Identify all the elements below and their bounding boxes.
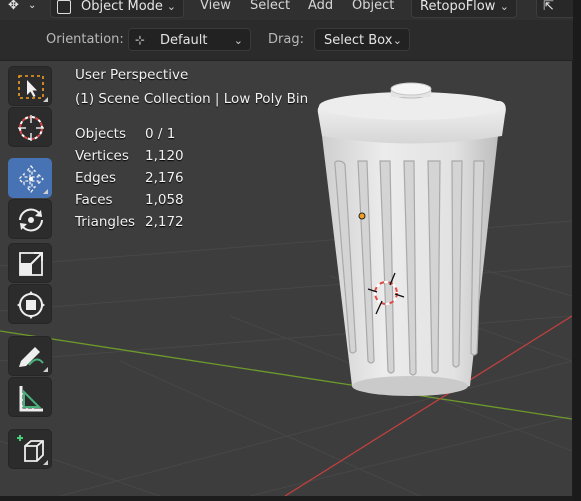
retopoflow-menu[interactable]: RetopoFlow ⌄ xyxy=(411,0,517,18)
viewport-header: ✥ ⌄ Object Mode ⌄ View Select Add Object… xyxy=(0,0,581,20)
cursor-icon xyxy=(18,115,44,141)
drag-value: Select Box xyxy=(324,33,393,48)
stat-label: Faces xyxy=(75,192,113,208)
add-cube-tool[interactable] xyxy=(8,429,52,469)
submenu-indicator xyxy=(43,97,48,102)
menu-add[interactable]: Add xyxy=(308,0,333,16)
chevron-down-icon: ⌄ xyxy=(233,34,243,47)
stat-value: 1,058 xyxy=(145,192,184,208)
transform-tool[interactable] xyxy=(8,284,52,324)
view-name: User Perspective xyxy=(75,67,189,83)
stat-label: Objects xyxy=(75,126,127,142)
chevron-down-icon: ⌄ xyxy=(499,0,509,13)
tool-settings-bar: Orientation: ⊹ Default ⌄ Drag: Select Bo… xyxy=(0,20,581,61)
orientation-axes-icon: ⊹ xyxy=(135,33,146,47)
measure-icon xyxy=(19,386,43,412)
menu-object[interactable]: Object xyxy=(352,0,394,16)
scale-tool[interactable] xyxy=(8,243,52,283)
object-mode-icon xyxy=(57,0,71,14)
menu-select[interactable]: Select xyxy=(250,0,290,16)
menu-view[interactable]: View xyxy=(200,0,231,16)
annotate-tool[interactable] xyxy=(8,336,52,376)
transform-orientation-button[interactable]: ⇱ xyxy=(536,0,578,18)
move-tool[interactable] xyxy=(8,158,52,198)
stat-value: 2,172 xyxy=(145,214,184,230)
3d-viewport-icon: ✥ xyxy=(8,0,19,13)
stat-value: 1,120 xyxy=(145,148,184,164)
y-axis-line xyxy=(0,330,572,420)
cursor-tool[interactable] xyxy=(8,107,52,147)
collection-line: (1) Scene Collection | Low Poly Bin xyxy=(75,91,309,107)
measure-tool[interactable] xyxy=(8,377,52,417)
3d-viewport[interactable]: User Perspective (1) Scene Collection | … xyxy=(0,61,572,496)
chevron-down-icon: ⌄ xyxy=(28,0,37,11)
submenu-indicator xyxy=(43,367,48,372)
mode-label: Object Mode xyxy=(81,0,163,14)
rotate-tool[interactable] xyxy=(8,199,52,239)
low-poly-bin[interactable] xyxy=(317,82,506,396)
mode-dropdown[interactable]: Object Mode ⌄ xyxy=(50,0,184,18)
orientation-gizmo-icon: ⇱ xyxy=(543,0,554,14)
stat-value: 0 / 1 xyxy=(145,126,176,142)
stat-value: 2,176 xyxy=(145,170,184,186)
chevron-down-icon: ⌄ xyxy=(166,0,176,13)
floor-grid xyxy=(0,220,572,496)
transform-icon xyxy=(17,291,45,319)
scale-icon xyxy=(19,252,43,276)
orientation-label: Orientation: xyxy=(46,32,124,47)
addon-label: RetopoFlow xyxy=(420,0,496,14)
drag-label: Drag: xyxy=(268,32,304,47)
orientation-dropdown[interactable]: ⊹ Default ⌄ xyxy=(128,28,251,51)
chevron-down-icon: ⌄ xyxy=(392,34,402,47)
object-origin-dot xyxy=(358,212,366,220)
submenu-indicator xyxy=(43,460,48,465)
rotate-icon xyxy=(19,208,43,232)
blender-window: ✥ ⌄ Object Mode ⌄ View Select Add Object… xyxy=(0,0,581,501)
select-box-tool[interactable] xyxy=(8,66,52,106)
submenu-indicator xyxy=(43,189,48,194)
stat-label: Vertices xyxy=(75,148,129,164)
stat-label: Edges xyxy=(75,170,117,186)
stat-label: Triangles xyxy=(75,214,136,230)
editor-type-button[interactable]: ✥ ⌄ xyxy=(2,0,42,16)
orientation-value: Default xyxy=(160,33,208,48)
area-divider[interactable] xyxy=(573,0,581,501)
drag-dropdown[interactable]: Select Box ⌄ xyxy=(314,28,410,51)
